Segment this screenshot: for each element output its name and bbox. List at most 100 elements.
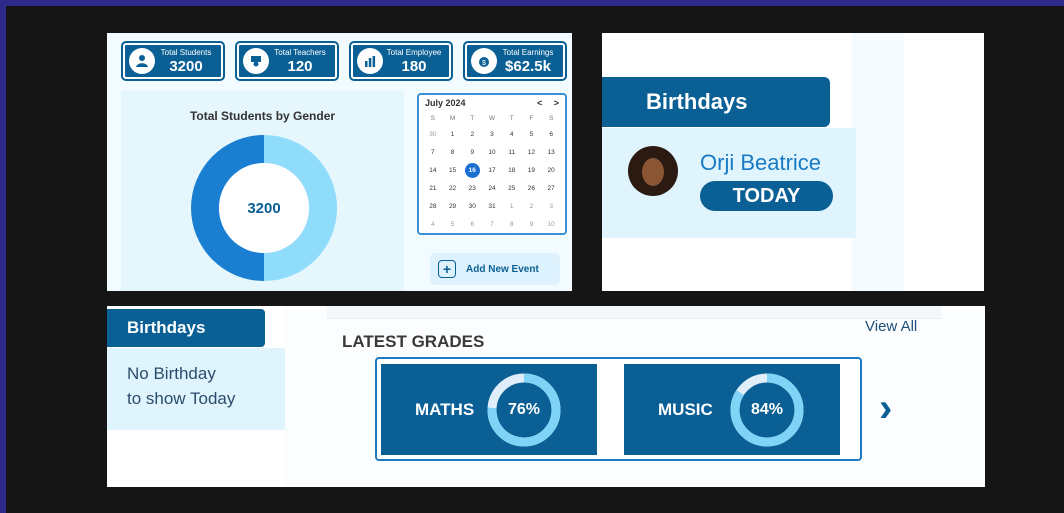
chevron-right-icon[interactable]: › — [879, 386, 892, 431]
calendar-day[interactable]: 4 — [423, 215, 443, 233]
chart-title: Total Students by Gender — [189, 109, 336, 123]
stat-card-employee[interactable]: Total Employee 180 — [349, 41, 453, 81]
no-birthday-line1: No Birthday — [127, 364, 216, 383]
today-badge: TODAY — [700, 181, 833, 211]
calendar-day[interactable]: 25 — [502, 179, 522, 197]
latest-grades-title: LATEST GRADES — [342, 332, 485, 351]
calendar-day[interactable]: 21 — [423, 179, 443, 197]
stat-label: Total Students — [160, 47, 212, 57]
grades-panel: Birthdays No Birthday to show Today View… — [107, 306, 985, 487]
calendar-day[interactable]: 7 — [482, 215, 502, 233]
stat-value: 180 — [401, 57, 427, 75]
calendar-day[interactable]: 20 — [541, 161, 561, 179]
employee-icon — [357, 48, 383, 74]
calendar-day[interactable]: 12 — [522, 143, 542, 161]
stat-label: Total Teachers — [274, 47, 326, 57]
money-bag-icon: $ — [471, 48, 497, 74]
calendar-day[interactable]: 9 — [462, 143, 482, 161]
calendar-widget: July 2024 < > S M T W T F S 30 1 2 3 4 5 6 7 8 9 10 11 12 13… — [417, 93, 567, 235]
calendar-prev-button[interactable]: < — [537, 98, 542, 108]
calendar-day[interactable]: 6 — [462, 215, 482, 233]
add-event-label: Add New Event — [466, 263, 539, 275]
calendar-day[interactable]: 30 — [462, 197, 482, 215]
birthdays-panel: Birthdays Orji Beatrice TODAY — [602, 33, 984, 291]
calendar-weekday: T — [470, 114, 475, 122]
stat-value: $62.5k — [505, 57, 551, 75]
calendar-day[interactable]: 1 — [443, 125, 463, 143]
calendar-day[interactable]: 6 — [541, 125, 561, 143]
stat-label: Total Employee — [386, 47, 442, 57]
birthdays-header: Birthdays — [602, 77, 830, 127]
calendar-weekday: M — [449, 114, 456, 122]
calendar-day[interactable]: 23 — [462, 179, 482, 197]
calendar-day[interactable]: 9 — [522, 215, 542, 233]
grades-top-strip — [327, 306, 941, 319]
calendar-month: July 2024 — [425, 98, 466, 108]
stat-value: 120 — [287, 57, 313, 75]
add-new-event-button[interactable]: + Add New Event — [430, 253, 560, 285]
teacher-icon — [243, 48, 269, 74]
calendar-weekday: F — [529, 114, 534, 122]
calendar-day[interactable]: 26 — [522, 179, 542, 197]
dashboard-panel: Total Students 3200 Total Teachers 120 Tot… — [107, 33, 572, 291]
student-icon — [129, 48, 155, 74]
birthdays-empty-section: Birthdays No Birthday to show Today — [107, 306, 285, 487]
calendar-day[interactable]: 13 — [541, 143, 561, 161]
calendar-day[interactable]: 4 — [502, 125, 522, 143]
calendar-day[interactable]: 3 — [541, 197, 561, 215]
side-column — [852, 33, 904, 291]
birthday-card: Orji Beatrice TODAY — [602, 128, 856, 238]
calendar-day[interactable]: 15 — [443, 161, 463, 179]
calendar-day[interactable]: 16 — [464, 162, 480, 178]
calendar-day[interactable]: 31 — [482, 197, 502, 215]
view-all-link[interactable]: View All — [865, 318, 917, 335]
calendar-day[interactable]: 24 — [482, 179, 502, 197]
plus-icon: + — [438, 260, 456, 278]
calendar-day[interactable]: 8 — [502, 215, 522, 233]
calendar-day[interactable]: 1 — [502, 197, 522, 215]
gender-chart-card: Total Students by Gender 3200 — [121, 91, 404, 291]
calendar-day[interactable]: 7 — [423, 143, 443, 161]
svg-text:$: $ — [482, 60, 486, 67]
grade-subject: MUSIC — [658, 399, 713, 419]
calendar-day[interactable]: 27 — [541, 179, 561, 197]
stat-label: Total Earnings — [502, 47, 554, 57]
calendar-day[interactable]: 2 — [522, 197, 542, 215]
calendar-day[interactable]: 19 — [522, 161, 542, 179]
calendar-day[interactable]: 2 — [462, 125, 482, 143]
calendar-day[interactable]: 17 — [482, 161, 502, 179]
calendar-weekday: S — [430, 114, 436, 122]
calendar-day[interactable]: 14 — [423, 161, 443, 179]
grades-carousel: MATHS 76% MUSIC 84% — [375, 357, 862, 461]
no-birthday-line2: to show Today — [127, 389, 236, 408]
grade-card-maths[interactable]: MATHS 76% — [381, 364, 597, 455]
birthdays-header: Birthdays — [107, 309, 265, 347]
calendar-day[interactable]: 10 — [482, 143, 502, 161]
grade-percent: 84% — [750, 401, 784, 418]
stat-card-teachers[interactable]: Total Teachers 120 — [235, 41, 339, 81]
calendar-grid: S M T W T F S 30 1 2 3 4 5 6 7 8 9 10 11 12 13 14 15 16 17 18 19 20… — [419, 111, 565, 233]
calendar-day[interactable]: 22 — [443, 179, 463, 197]
stat-card-earnings[interactable]: $ Total Earnings $62.5k — [463, 41, 567, 81]
calendar-next-button[interactable]: > — [554, 98, 559, 108]
calendar-day[interactable]: 18 — [502, 161, 522, 179]
stat-value: 3200 — [169, 57, 203, 75]
calendar-day[interactable]: 5 — [443, 215, 463, 233]
grade-card-music[interactable]: MUSIC 84% — [624, 364, 840, 455]
calendar-day[interactable]: 28 — [423, 197, 443, 215]
grade-subject: MATHS — [415, 399, 475, 419]
no-birthday-message: No Birthday to show Today — [107, 348, 285, 430]
calendar-weekday: W — [488, 114, 496, 122]
avatar — [628, 146, 678, 196]
calendar-day[interactable]: 29 — [443, 197, 463, 215]
calendar-day[interactable]: 11 — [502, 143, 522, 161]
calendar-day[interactable]: 3 — [482, 125, 502, 143]
donut-center-value: 3200 — [247, 199, 281, 217]
calendar-day[interactable]: 10 — [541, 215, 561, 233]
calendar-day[interactable]: 30 — [423, 125, 443, 143]
calendar-day[interactable]: 8 — [443, 143, 463, 161]
calendar-weekday: T — [509, 114, 514, 122]
calendar-day[interactable]: 5 — [522, 125, 542, 143]
stat-card-students[interactable]: Total Students 3200 — [121, 41, 225, 81]
birthday-name: Orji Beatrice — [700, 150, 822, 175]
